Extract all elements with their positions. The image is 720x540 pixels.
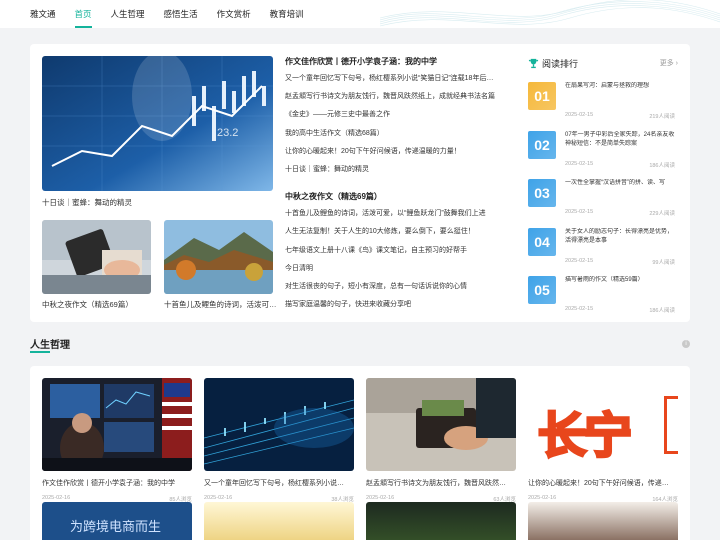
article-link[interactable]: 人生无法复制！关于人生的10大修炼，要么倒下，要么挺住！ xyxy=(285,227,510,245)
info-icon[interactable]: i xyxy=(682,340,690,348)
featured-caption[interactable]: 十日谈｜蜜蜂：舞动的精灵 xyxy=(42,197,273,208)
section-header: 人生哲理 i xyxy=(30,336,690,356)
article-link[interactable]: 《金史》——元修三史中最善之作 xyxy=(285,110,510,128)
grid-image-trader[interactable] xyxy=(42,378,192,471)
ranking-date: 2025-02-15 xyxy=(565,209,594,215)
grid-caption[interactable]: 作文佳作欣赏丨德开小学袁子涵：我的中学 xyxy=(42,478,192,488)
article-link[interactable]: 对生活很丧的句子，短小有深度，总有一句话诉说你的心情 xyxy=(285,282,510,300)
grid-item[interactable]: 长宁 让你的心暖起来！20句下午好问候语，传递… 2025-02-16 164人浏… xyxy=(528,378,678,503)
sign-text: 长宁 xyxy=(536,407,633,466)
reading-ranking: 阅读排行 更多 › 01 在扇果写河：启蒙与拯救的理想 2025-02-15 219人… xyxy=(528,56,678,325)
rank-number-badge: 01 xyxy=(528,82,556,110)
grid-item[interactable]: 又一个童年回忆写下句号，杨红樱系列小说… 2025-02-16 38人浏览 xyxy=(204,378,354,503)
ranking-reads: 229人阅读 xyxy=(649,211,675,217)
grid-image-sign[interactable]: 长宁 xyxy=(528,378,678,471)
rank-number-badge: 05 xyxy=(528,276,556,304)
ranking-reads: 186人阅读 xyxy=(649,308,675,314)
article-section-title-2[interactable]: 中秋之夜作文（精选69篇） xyxy=(285,191,510,202)
nav-item-life[interactable]: 感悟生活 xyxy=(164,0,198,28)
ranking-item-title[interactable]: 描写暑雨的作文（精选59篇） xyxy=(565,276,675,294)
ranking-item[interactable]: 02 07年一男子中彩后全家失踪，24名亲友收神秘短信：不是简单失踪案 2025-0… xyxy=(528,130,678,180)
article-link[interactable]: 十首鱼儿及鲤鱼的诗词，活泼可爱，以“鲤鱼跃龙门”鼓舞我们上进 xyxy=(285,209,510,227)
section-underline xyxy=(30,351,50,353)
ranking-item-title[interactable]: 关于女人的励志句子：长得漂亮是优势，活得漂亮是本事 xyxy=(565,228,675,246)
ranking-item-title[interactable]: 07年一男子中彩后全家失踪，24名亲友收神秘短信：不是简单失踪案 xyxy=(565,131,675,149)
ranking-more-label: 更多 xyxy=(659,60,674,67)
ranking-item[interactable]: 03 一次性全掌握“汉语拼音”的拼、读、写 2025-02-15 229人阅读 xyxy=(528,179,678,228)
ranking-item-title[interactable]: 一次性全掌握“汉语拼音”的拼、读、写 xyxy=(565,179,675,197)
grid-caption[interactable]: 赵孟頫写行书诗文为朋友饯行，魏晋风趺然… xyxy=(366,478,516,488)
article-link[interactable]: 十日谈｜蜜蜂：舞动的精灵 xyxy=(285,165,510,183)
nav-brand[interactable]: 雅文通 xyxy=(30,0,56,28)
ranking-date: 2025-02-15 xyxy=(565,112,594,118)
nav-item-philosophy[interactable]: 人生哲理 xyxy=(111,0,145,28)
svg-text:23.2: 23.2 xyxy=(217,127,238,139)
thumb-wallet-image[interactable] xyxy=(42,220,151,294)
grid-image-data-stream[interactable] xyxy=(204,378,354,471)
ranking-date: 2025-02-15 xyxy=(565,160,594,167)
trophy-icon xyxy=(528,58,539,68)
nav-item-education[interactable]: 教育培训 xyxy=(270,0,304,28)
nav-item-essay[interactable]: 作文赏析 xyxy=(217,0,251,28)
article-link[interactable]: 让你的心暖起来！20句下午好问候语，传递温暖的力量！ xyxy=(285,147,510,165)
ranking-reads: 99人阅读 xyxy=(652,259,675,266)
banner-text: 为跨境电商而生 xyxy=(70,519,162,534)
ranking-item[interactable]: 05 描写暑雨的作文（精选59篇） 2025-02-15 186人阅读 xyxy=(528,276,678,325)
article-link[interactable]: 赵孟頫写行书诗文为朋友饯行，魏晋风趺然纸上，成就经典书法名篇 xyxy=(285,92,510,110)
featured-card: 23.2 十日谈｜蜜蜂：舞动的精灵 中秋之夜作文（精选69篇） 十首鱼儿及鲤鱼的… xyxy=(30,44,690,322)
top-nav: 雅文通 首页 人生哲理 感悟生活 作文赏析 教育培训 xyxy=(0,0,720,28)
grid-image-stock-board[interactable] xyxy=(366,502,516,540)
ranking-item-title[interactable]: 在扇果写河：启蒙与拯救的理想 xyxy=(565,82,675,100)
article-link[interactable]: 七年级语文上册十八课《鸟》课文笔记，自主预习的好帮手 xyxy=(285,246,510,264)
ranking-item[interactable]: 01 在扇果写河：启蒙与拯救的理想 2025-02-15 219人阅读 xyxy=(528,82,678,131)
ranking-item[interactable]: 04 关于女人的励志句子：长得漂亮是优势，活得漂亮是本事 2025-02-15 99人… xyxy=(528,227,678,277)
thumb-caption-2[interactable]: 十首鱼儿及鲤鱼的诗词，活泼可… xyxy=(164,299,276,310)
grid-image-ecommerce[interactable]: 为跨境电商而生 xyxy=(42,502,192,540)
ranking-date: 2025-02-15 xyxy=(565,306,594,312)
article-section-title-1[interactable]: 作文佳作欣赏丨德开小学袁子涵：我的中学 xyxy=(285,56,510,67)
rank-number-badge: 02 xyxy=(528,130,556,159)
grid-image-brown[interactable] xyxy=(528,502,678,540)
nav-wave-decoration xyxy=(380,0,720,27)
rank-number-badge: 03 xyxy=(528,179,556,207)
article-link[interactable]: 今日清明 xyxy=(285,264,510,282)
article-link[interactable]: 我的高中生活作文（精选68篇） xyxy=(285,129,510,147)
ranking-reads: 219人阅读 xyxy=(649,114,675,120)
grid-item[interactable]: 作文佳作欣赏丨德开小学袁子涵：我的中学 2025-02-16 85人浏览 xyxy=(42,378,192,503)
grid-caption[interactable]: 又一个童年回忆写下句号，杨红樱系列小说… xyxy=(204,478,354,488)
thumb-caption-1[interactable]: 中秋之夜作文（精选69篇） xyxy=(42,299,154,310)
ranking-more-link[interactable]: 更多 › xyxy=(660,58,678,68)
article-grid: 作文佳作欣赏丨德开小学袁子涵：我的中学 2025-02-16 85人浏览 又一个童… xyxy=(30,366,690,540)
ranking-date: 2025-02-15 xyxy=(565,257,594,264)
grid-caption[interactable]: 让你的心暖起来！20句下午好问候语，传递… xyxy=(528,478,678,488)
article-link[interactable]: 又一个童年回忆写下句号，杨红樱系列小说“笑猫日记”连载18年后… xyxy=(285,74,510,92)
ranking-title: 阅读排行 xyxy=(542,58,579,69)
grid-image-wallet[interactable] xyxy=(366,378,516,471)
nav-item-home[interactable]: 首页 xyxy=(74,0,92,28)
featured-image[interactable]: 23.2 xyxy=(42,56,273,191)
grid-image-flowers[interactable] xyxy=(204,502,354,540)
thumb-lake-image[interactable] xyxy=(164,220,273,294)
article-link[interactable]: 描写家庭温馨的句子，快进来收藏分享吧 xyxy=(285,300,510,318)
section-title: 人生哲理 xyxy=(30,340,70,351)
article-column: 作文佳作欣赏丨德开小学袁子涵：我的中学 又一个童年回忆写下句号，杨红樱系列小说“… xyxy=(285,56,510,318)
ranking-reads: 186人阅读 xyxy=(649,162,675,169)
grid-item[interactable]: 赵孟頫写行书诗文为朋友饯行，魏晋风趺然… 2025-02-16 63人浏览 xyxy=(366,378,516,503)
rank-number-badge: 04 xyxy=(528,227,556,256)
chevron-right-icon: › xyxy=(673,60,678,67)
